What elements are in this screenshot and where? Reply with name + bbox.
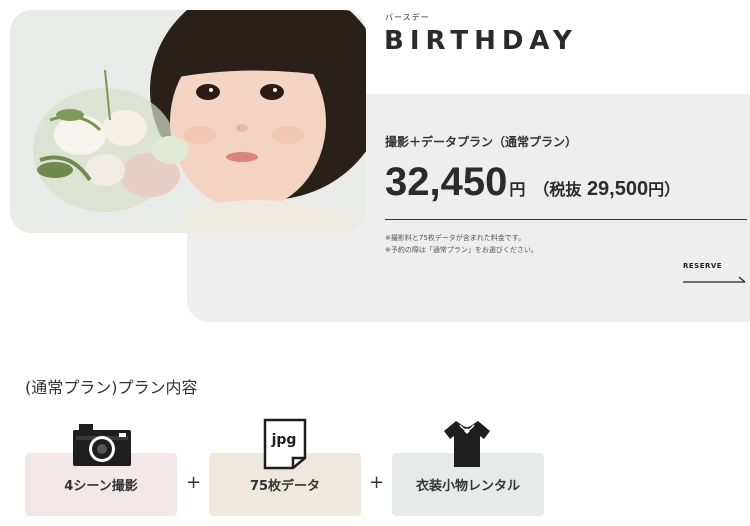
camera-icon bbox=[73, 424, 131, 466]
tax-suffix: 円） bbox=[648, 180, 681, 199]
plus-sign: + bbox=[369, 472, 385, 493]
title-kana: バースデー bbox=[385, 13, 430, 22]
plus-sign: + bbox=[186, 472, 202, 493]
jpg-file-icon: jpg bbox=[263, 418, 307, 470]
section-title: (通常プラン)プラン内容 bbox=[25, 378, 198, 397]
divider bbox=[385, 219, 747, 220]
reserve-label: RESERVE bbox=[683, 262, 723, 270]
note-1: ※撮影料と75枚データが含まれた料金です。 bbox=[385, 234, 526, 242]
plan-item-label: 4シーン撮影 bbox=[64, 479, 138, 494]
tax-prefix: （税抜 bbox=[533, 180, 587, 199]
tax-price-value: 29,500 bbox=[586, 178, 649, 200]
price-unit: 円 bbox=[509, 180, 526, 199]
page-title: BIRTHDAY bbox=[384, 26, 578, 56]
tax-excluded-price: （税抜 29,500円） bbox=[533, 176, 680, 201]
plan-item-label: 衣装小物レンタル bbox=[415, 479, 520, 494]
price-row: 32,450 円 （税抜 29,500円） bbox=[385, 160, 680, 205]
jpg-label: jpg bbox=[271, 432, 297, 448]
price-value: 32,450 bbox=[385, 160, 508, 204]
note-2: ※予約の際は「通常プラン」をお選びください。 bbox=[385, 246, 538, 254]
hero-photo bbox=[10, 10, 366, 233]
reserve-link[interactable]: RESERVE bbox=[683, 262, 747, 288]
dress-icon bbox=[444, 421, 490, 467]
plan-item-label: 75枚データ bbox=[249, 479, 321, 494]
arrow-right-icon bbox=[683, 276, 746, 283]
plan-name: 撮影＋データプラン（通常プラン） bbox=[385, 135, 578, 149]
